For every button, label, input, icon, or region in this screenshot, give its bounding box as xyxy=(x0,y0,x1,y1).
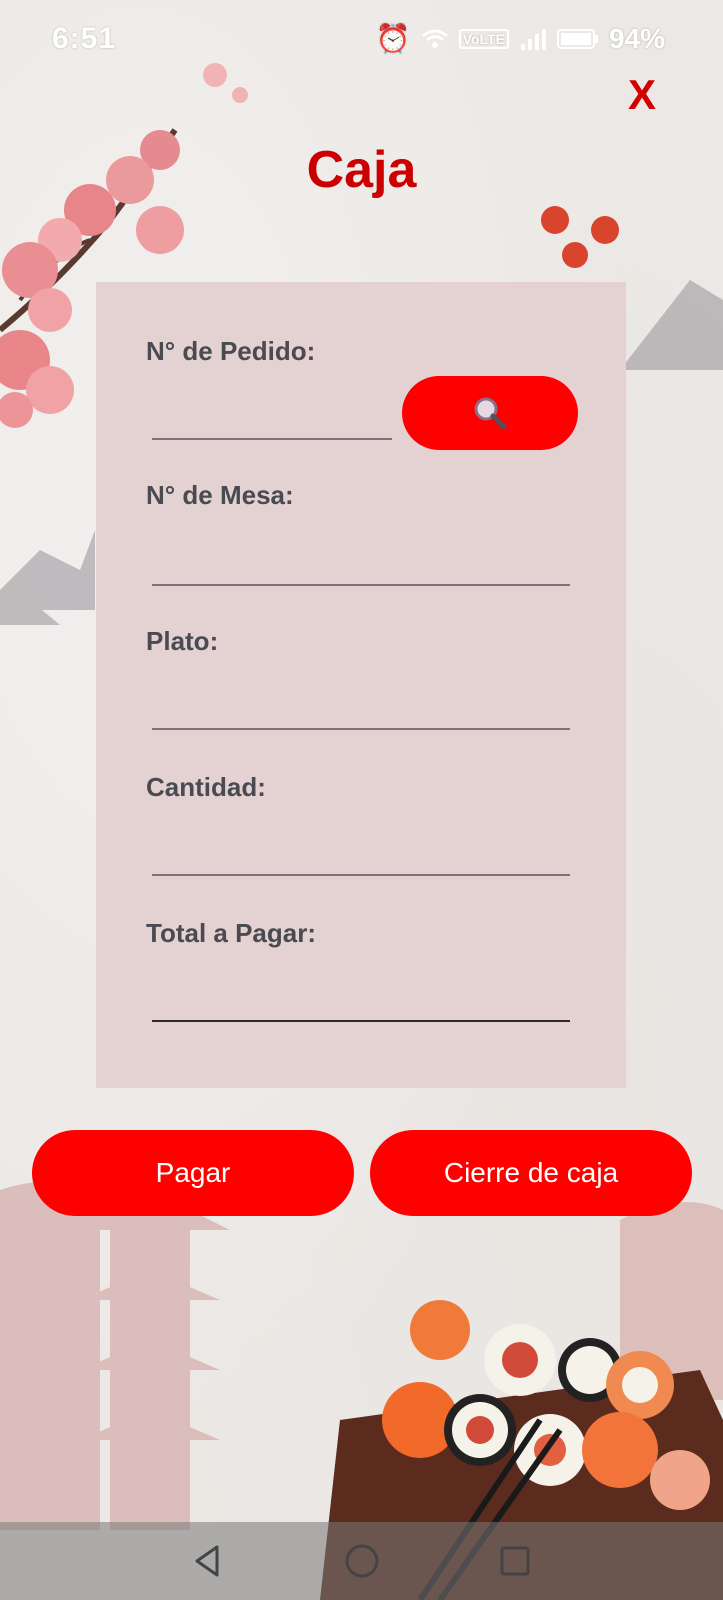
volte-badge: VoLTE xyxy=(458,28,509,49)
close-register-button[interactable]: Cierre de caja xyxy=(370,1130,692,1216)
status-icons: ⏰ VoLTE 94% xyxy=(376,22,665,55)
wifi-icon xyxy=(421,29,448,48)
search-order-button[interactable] xyxy=(402,376,578,450)
navigation-bar xyxy=(0,1522,723,1600)
status-bar: 6:51 ⏰ VoLTE 94% xyxy=(0,0,723,80)
close-button[interactable]: X xyxy=(620,70,664,120)
red-flowers xyxy=(541,206,619,268)
nav-back-button[interactable] xyxy=(182,1536,232,1586)
page-title: Caja xyxy=(306,141,417,199)
magnifier-icon xyxy=(474,397,507,430)
alarm-icon: ⏰ xyxy=(375,23,411,54)
signal-icon xyxy=(520,28,546,50)
dish-input[interactable] xyxy=(152,686,570,730)
table-number-input[interactable] xyxy=(152,542,570,586)
nav-recents-button[interactable] xyxy=(490,1536,540,1586)
battery-icon xyxy=(556,28,598,49)
table-number-label: N° de Mesa: xyxy=(146,480,294,510)
total-label: Total a Pagar: xyxy=(146,918,317,948)
pay-button[interactable]: Pagar xyxy=(32,1130,354,1216)
cash-register-form: N° de Pedido: N° de Mesa: Plato: Cantida… xyxy=(96,282,626,1088)
order-number-input[interactable] xyxy=(152,396,392,440)
dish-label: Plato: xyxy=(146,626,219,656)
recents-square-icon xyxy=(500,1546,530,1576)
order-number-label: N° de Pedido: xyxy=(146,336,316,366)
home-circle-icon xyxy=(345,1544,379,1578)
battery-percent: 94% xyxy=(608,22,665,54)
back-triangle-icon xyxy=(195,1545,219,1577)
total-input[interactable] xyxy=(152,978,570,1022)
nav-home-button[interactable] xyxy=(337,1536,387,1586)
status-time: 6:51 xyxy=(52,22,117,55)
quantity-label: Cantidad: xyxy=(146,772,266,802)
quantity-input[interactable] xyxy=(152,832,570,876)
